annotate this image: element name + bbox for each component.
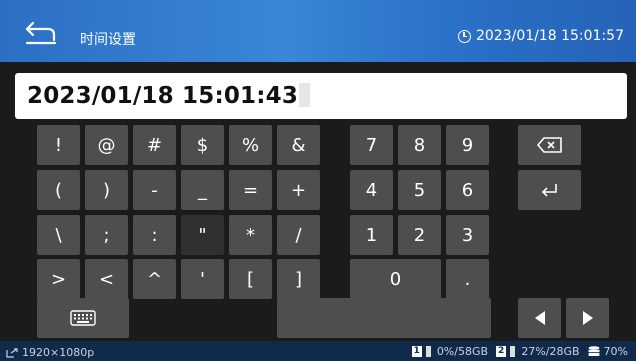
text-cursor xyxy=(299,83,311,107)
header-clock: 2023/01/18 15:01:57 xyxy=(457,28,624,44)
clock-icon xyxy=(457,29,471,43)
symbol-key[interactable]: * xyxy=(229,215,272,255)
digit-key[interactable]: 9 xyxy=(446,125,489,165)
space-key[interactable] xyxy=(277,298,491,338)
symbol-key[interactable]: + xyxy=(277,170,320,210)
symbol-key[interactable]: ; xyxy=(85,215,128,255)
symbol-key[interactable]: \ xyxy=(37,215,80,255)
symbol-key[interactable]: < xyxy=(85,259,128,299)
digit-key-zero[interactable]: 0 xyxy=(350,259,441,299)
arrow-right-icon xyxy=(582,311,593,325)
disk-icon xyxy=(510,346,516,357)
memory-usage: 70% xyxy=(603,345,628,358)
back-arrow-icon[interactable] xyxy=(24,20,58,46)
disk2-usage: 27%/28GB xyxy=(521,345,580,358)
resolution-text: 1920×1080p xyxy=(22,346,95,359)
database-icon xyxy=(588,346,600,356)
time-input-value: 2023/01/18 15:01:43 xyxy=(27,83,299,109)
symbol-key[interactable]: = xyxy=(229,170,272,210)
arrow-left-icon xyxy=(534,311,545,325)
symbol-key[interactable]: " xyxy=(181,215,224,255)
symbol-key[interactable]: - xyxy=(133,170,176,210)
symbol-key[interactable]: > xyxy=(37,259,80,299)
keyboard-icon xyxy=(70,310,96,326)
page-title: 时间设置 xyxy=(80,32,136,48)
clock-text: 2023/01/18 15:01:57 xyxy=(475,28,624,44)
digit-key[interactable]: 5 xyxy=(398,170,441,210)
cursor-left-key[interactable] xyxy=(518,298,561,338)
digit-key[interactable]: 2 xyxy=(398,215,441,255)
digit-key[interactable]: 8 xyxy=(398,125,441,165)
enter-key[interactable] xyxy=(518,170,581,210)
symbol-key[interactable]: : xyxy=(133,215,176,255)
time-input[interactable]: 2023/01/18 15:01:43 xyxy=(15,73,627,119)
digit-key[interactable]: 7 xyxy=(350,125,393,165)
symbol-key[interactable]: % xyxy=(229,125,272,165)
symbol-key[interactable]: @ xyxy=(85,125,128,165)
symbol-key[interactable]: & xyxy=(277,125,320,165)
status-bar: 1920×1080p 1 0%/58GB 2 27%/28GB 70% xyxy=(0,341,636,361)
digit-key[interactable]: 3 xyxy=(446,215,489,255)
symbol-key[interactable]: ^ xyxy=(133,259,176,299)
enter-icon xyxy=(541,184,557,197)
symbol-key[interactable]: ! xyxy=(37,125,80,165)
symbol-key[interactable]: ) xyxy=(85,170,128,210)
time-input-text: 2023/01/18 15:01:43 xyxy=(27,83,311,109)
symbol-key[interactable]: / xyxy=(277,215,320,255)
symbol-key[interactable]: [ xyxy=(229,259,272,299)
symbol-key[interactable]: ] xyxy=(277,259,320,299)
symbol-key[interactable]: $ xyxy=(181,125,224,165)
symbol-key[interactable]: ' xyxy=(181,259,224,299)
backspace-key[interactable] xyxy=(518,125,581,165)
symbol-key[interactable]: _ xyxy=(181,170,224,210)
backspace-icon xyxy=(536,137,562,153)
digit-key[interactable]: 6 xyxy=(446,170,489,210)
display-output-icon xyxy=(6,347,18,358)
cursor-right-key[interactable] xyxy=(566,298,609,338)
symbol-key[interactable]: # xyxy=(133,125,176,165)
disk-icon xyxy=(425,346,431,357)
disk2-label: 2 xyxy=(496,346,507,357)
resolution-indicator: 1920×1080p xyxy=(6,346,94,359)
dot-key[interactable]: . xyxy=(446,259,489,299)
symbol-key[interactable]: ( xyxy=(37,170,80,210)
disk1-usage: 0%/58GB xyxy=(436,345,489,358)
digit-key[interactable]: 4 xyxy=(350,170,393,210)
disk1-label: 1 xyxy=(411,346,422,357)
header-bar: 时间设置 2023/01/18 15:01:57 xyxy=(0,0,636,62)
digit-key[interactable]: 1 xyxy=(350,215,393,255)
storage-indicator: 1 0%/58GB 2 27%/28GB 70% xyxy=(411,345,628,358)
keyboard-toggle-key[interactable] xyxy=(37,298,129,338)
